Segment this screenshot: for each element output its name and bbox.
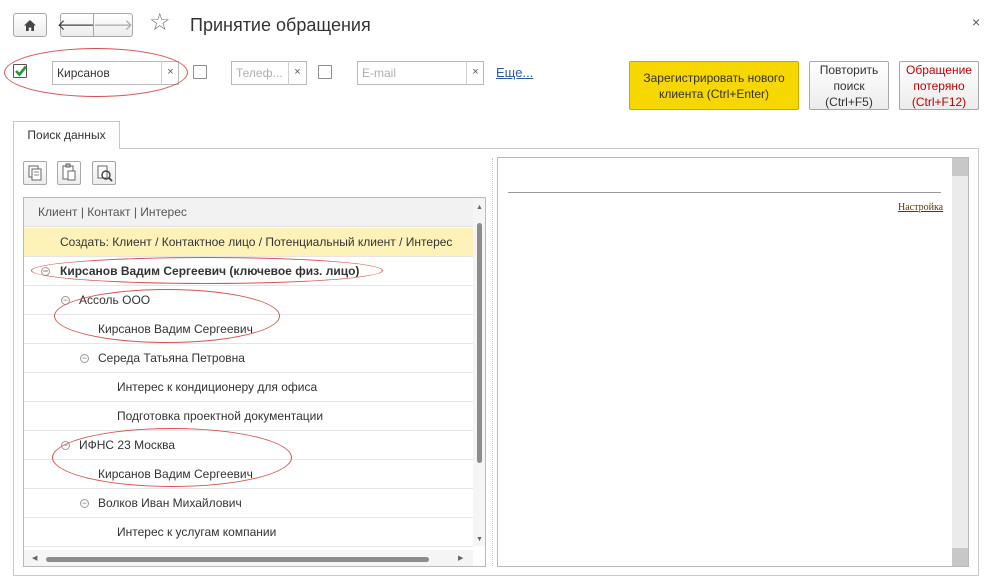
tree-row-create[interactable]: Создать: Клиент / Контактное лицо / Поте…: [24, 228, 473, 257]
scroll-right-icon[interactable]: ▶: [458, 554, 463, 562]
phone-filter-checkbox[interactable]: [193, 65, 207, 79]
tree-row-interest[interactable]: Подготовка проектной документации: [24, 402, 473, 431]
more-link[interactable]: Еще...: [496, 65, 533, 80]
collapse-icon[interactable]: −: [41, 267, 50, 276]
tree-row-client[interactable]: − Кирсанов Вадим Сергеевич (ключевое физ…: [24, 257, 473, 286]
name-filter-checkbox[interactable]: [13, 64, 28, 78]
search-icon: [97, 165, 113, 182]
scroll-left-icon[interactable]: ◀: [32, 554, 37, 562]
home-button[interactable]: [13, 13, 47, 37]
tree-row-company[interactable]: − ИФНС 23 Москва: [24, 431, 473, 460]
find-button[interactable]: [92, 161, 116, 185]
arrow-left-icon: 🡐: [56, 16, 98, 34]
clear-phone-icon[interactable]: ×: [288, 61, 306, 85]
collapse-icon[interactable]: −: [80, 354, 89, 363]
panel-splitter[interactable]: [492, 158, 493, 566]
details-vertical-scrollbar[interactable]: [952, 158, 968, 566]
tree-row-label: Волков Иван Михайлович: [98, 496, 242, 510]
details-panel: [497, 157, 969, 567]
tree-row-label: Создать: Клиент / Контактное лицо / Поте…: [60, 235, 453, 249]
tree-row-interest[interactable]: Интерес к услугам компании: [24, 518, 473, 547]
tree-row-company[interactable]: − Ассоль ООО: [24, 286, 473, 315]
tree-row-label: Кирсанов Вадим Сергеевич: [98, 467, 253, 481]
clear-email-icon[interactable]: ×: [466, 61, 484, 85]
tree-row-label: Интерес к кондиционеру для офиса: [117, 380, 318, 394]
email-input[interactable]: E-mail: [357, 61, 484, 85]
tree-row-contact[interactable]: Кирсанов Вадим Сергеевич: [24, 460, 473, 489]
home-icon: [24, 19, 36, 31]
back-button[interactable]: 🡐: [56, 13, 98, 37]
tree-row-label: Подготовка проектной документации: [117, 409, 324, 423]
collapse-icon[interactable]: −: [61, 441, 70, 450]
tree-row-contact[interactable]: − Волков Иван Михайлович: [24, 489, 473, 518]
arrow-right-icon: 🡒: [92, 16, 134, 34]
repeat-search-button[interactable]: Повторить поиск (Ctrl+F5): [809, 61, 889, 110]
tree-row-contact[interactable]: Кирсанов Вадим Сергеевич: [24, 315, 473, 344]
tree-row-label: Кирсанов Вадим Сергеевич: [98, 322, 253, 336]
page-title: Принятие обращения: [190, 15, 371, 35]
email-filter-checkbox[interactable]: [318, 65, 332, 79]
details-divider-line: [508, 192, 941, 193]
tree-vertical-scroll-thumb[interactable]: [477, 223, 482, 463]
client-contact-tree[interactable]: Клиент | Контакт | Интерес Создать: Клие…: [23, 197, 486, 567]
paste-icon: [62, 163, 76, 181]
collapse-icon[interactable]: −: [61, 296, 70, 305]
settings-link[interactable]: Настройка: [898, 202, 943, 213]
tree-row-interest[interactable]: Интерес к кондиционеру для офиса: [24, 373, 473, 402]
tab-search-data[interactable]: Поиск данных: [13, 121, 120, 149]
tree-row-label: ИФНС 23 Москва: [79, 438, 176, 452]
clear-name-icon[interactable]: ×: [161, 61, 179, 85]
tree-header: Клиент | Контакт | Интерес: [24, 198, 473, 227]
tree-horizontal-scroll-thumb[interactable]: [46, 557, 429, 562]
tree-row-label: Кирсанов Вадим Сергеевич (ключевое физ. …: [60, 264, 360, 278]
name-search-input[interactable]: Кирсанов: [52, 61, 179, 85]
checkmark-icon: [15, 65, 28, 77]
close-icon[interactable]: ×: [972, 14, 980, 30]
scroll-up-icon[interactable]: ▲: [476, 204, 483, 211]
tree-row-label: Интерес к услугам компании: [117, 525, 277, 539]
collapse-icon[interactable]: −: [80, 499, 89, 508]
register-client-button[interactable]: Зарегистрировать нового клиента (Ctrl+En…: [629, 61, 799, 110]
tree-row-label: Середа Татьяна Петровна: [98, 351, 245, 365]
star-icon[interactable]: ☆: [149, 11, 171, 35]
forward-button[interactable]: 🡒: [93, 13, 133, 37]
paste-button[interactable]: [57, 161, 81, 185]
copy-icon: [28, 165, 42, 181]
tree-row-contact[interactable]: − Середа Татьяна Петровна: [24, 344, 473, 373]
request-lost-button[interactable]: Обращение потеряно (Ctrl+F12): [899, 61, 979, 110]
tree-row-label: Ассоль ООО: [79, 293, 151, 307]
copy-button[interactable]: [23, 161, 47, 185]
scroll-down-icon[interactable]: ▼: [476, 536, 483, 543]
